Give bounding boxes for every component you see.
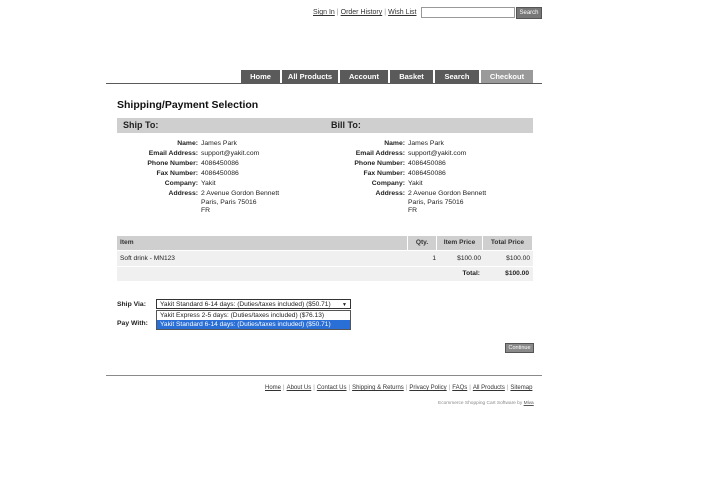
footer-link-faqs[interactable]: FAQs <box>452 385 467 391</box>
basket-items-table: Item Qty. Item Price Total Price Soft dr… <box>117 236 533 281</box>
col-item-price: Item Price <box>437 236 482 250</box>
ship-via-label: Ship Via: <box>117 301 146 308</box>
address-header-bar: Ship To: Bill To: <box>117 118 533 133</box>
email-value: support@yakit.com <box>408 150 467 157</box>
main-nav: Home All Products Account Basket Search … <box>241 70 535 83</box>
phone-value: 4086450086 <box>201 160 239 167</box>
name-value: James Park <box>201 140 237 147</box>
footer-link-about-us[interactable]: About Us <box>287 385 312 391</box>
fax-label: Fax Number: <box>156 170 198 177</box>
fax-value: 4086450086 <box>201 170 239 177</box>
ship-option-express[interactable]: Yakit Express 2-5 days: (Duties/taxes in… <box>157 311 350 320</box>
name-label: Name: <box>177 140 198 147</box>
address-label: Address: <box>375 190 405 197</box>
footer-link-sitemap[interactable]: Sitemap <box>510 385 532 391</box>
tab-all-products[interactable]: All Products <box>282 70 338 83</box>
tab-basket[interactable]: Basket <box>390 70 433 83</box>
address-line-3: FR <box>201 207 211 214</box>
chevron-down-icon: ▼ <box>342 302 347 308</box>
item-price: $100.00 <box>457 255 481 262</box>
search-button[interactable]: Search <box>516 7 542 19</box>
ship-via-select[interactable]: Yakit Standard 6-14 days: (Duties/taxes … <box>156 299 351 309</box>
tab-account[interactable]: Account <box>340 70 388 83</box>
email-label: Email Address: <box>148 150 198 157</box>
email-label: Email Address: <box>355 150 405 157</box>
email-value: support@yakit.com <box>201 150 260 157</box>
tab-search[interactable]: Search <box>435 70 479 83</box>
total-row: Total: $100.00 <box>117 267 533 281</box>
ship-to-address: Name: James Park Email Address: support@ya… <box>117 139 279 216</box>
footer-credit: Ecommerce Shopping Cart Software by Miva <box>438 401 534 406</box>
table-row: Soft drink - MN123 1 $100.00 $100.00 <box>117 251 533 266</box>
item-total: $100.00 <box>506 255 530 262</box>
footer-link-privacy-policy[interactable]: Privacy Policy <box>409 385 446 391</box>
page-title: Shipping/Payment Selection <box>117 99 259 111</box>
fax-label: Fax Number: <box>363 170 405 177</box>
search-input[interactable] <box>421 7 515 18</box>
company-value: Yakit <box>408 180 423 187</box>
fax-value: 4086450086 <box>408 170 446 177</box>
company-value: Yakit <box>201 180 216 187</box>
address-line-3: FR <box>408 207 418 214</box>
sign-in-link[interactable]: Sign In <box>313 9 335 16</box>
bill-to-address: Name: James Park Email Address: support@ya… <box>324 139 486 216</box>
ship-to-heading: Ship To: <box>123 120 159 130</box>
tab-home[interactable]: Home <box>241 70 280 83</box>
ship-via-selected: Yakit Standard 6-14 days: (Duties/taxes … <box>160 301 331 308</box>
address-line-1: 2 Avenue Gordon Bennett <box>201 190 280 197</box>
company-label: Company: <box>371 180 405 187</box>
phone-value: 4086450086 <box>408 160 446 167</box>
address-line-2: Paris, Paris 75016 <box>408 198 464 206</box>
item-qty: 1 <box>432 255 436 262</box>
credit-link[interactable]: Miva <box>524 401 534 406</box>
nav-divider <box>106 83 542 84</box>
total-value: $100.00 <box>505 270 529 277</box>
credit-text: Ecommerce Shopping Cart Software by <box>438 401 523 406</box>
name-value: James Park <box>408 140 444 147</box>
continue-button[interactable]: Continue <box>505 343 534 353</box>
address-line-1: 2 Avenue Gordon Bennett <box>408 190 487 197</box>
footer-link-shipping-returns[interactable]: Shipping & Returns <box>352 385 404 391</box>
footer-link-home[interactable]: Home <box>265 385 281 391</box>
col-qty: Qty. <box>408 236 436 250</box>
footer-link-contact-us[interactable]: Contact Us <box>317 385 347 391</box>
address-label: Address: <box>168 190 198 197</box>
wish-list-link[interactable]: Wish List <box>388 9 416 16</box>
company-label: Company: <box>164 180 198 187</box>
bill-to-heading: Bill To: <box>331 120 361 130</box>
col-total-price: Total Price <box>483 236 532 250</box>
name-label: Name: <box>384 140 405 147</box>
phone-label: Phone Number: <box>354 160 405 167</box>
tab-checkout[interactable]: Checkout <box>481 70 533 83</box>
pay-with-label: Pay With: <box>117 320 148 327</box>
col-item: Item <box>117 236 407 250</box>
phone-label: Phone Number: <box>147 160 198 167</box>
order-history-link[interactable]: Order History <box>341 9 383 16</box>
table-header: Item Qty. Item Price Total Price <box>117 236 533 250</box>
footer-divider <box>106 375 542 376</box>
total-label: Total: <box>462 270 480 277</box>
item-name: Soft drink - MN123 <box>120 255 175 262</box>
footer-link-all-products[interactable]: All Products <box>473 385 505 391</box>
address-line-2: Paris, Paris 75016 <box>201 198 257 206</box>
ship-via-options: Yakit Express 2-5 days: (Duties/taxes in… <box>156 310 351 330</box>
ship-option-standard[interactable]: Yakit Standard 6-14 days: (Duties/taxes … <box>157 320 350 329</box>
top-links: Sign In | Order History | Wish List <box>313 9 417 16</box>
footer-links: Home | About Us | Contact Us | Shipping & Retu… <box>265 385 533 391</box>
